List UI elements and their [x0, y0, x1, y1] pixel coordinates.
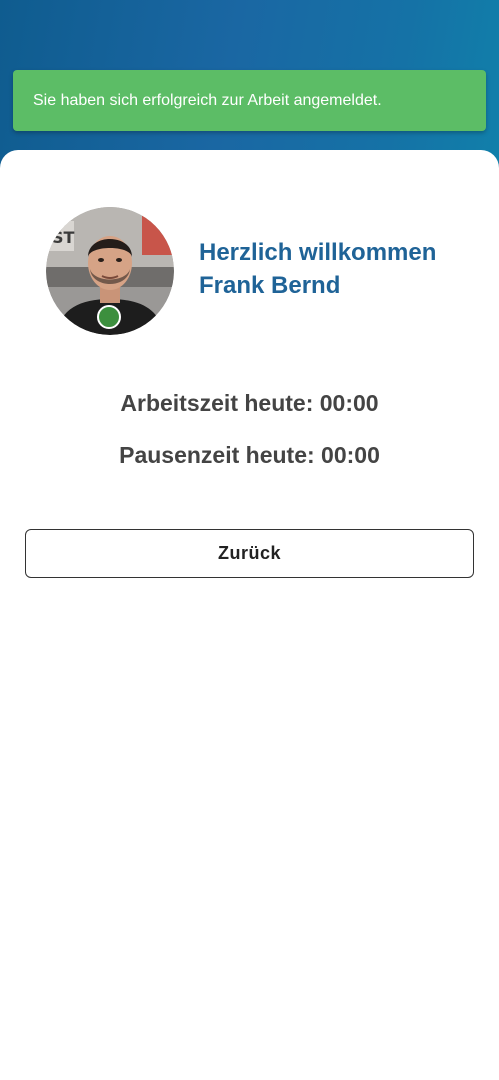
welcome-line: Herzlich willkommen — [199, 239, 437, 266]
back-button[interactable]: Zurück — [25, 529, 474, 578]
app-screen: Sie haben sich erfolgreich zur Arbeit an… — [0, 0, 499, 1080]
user-name: Frank Bernd — [199, 272, 341, 299]
toast-message: Sie haben sich erfolgreich zur Arbeit an… — [33, 91, 382, 109]
pause-time-today: Pausenzeit heute: 00:00 — [119, 442, 380, 468]
welcome-heading: Herzlich willkommen Frank Bernd — [199, 236, 436, 302]
content-sheet: ST Herzlich willkommen Frank Bernd Arbei… — [0, 150, 499, 1080]
svg-text:ST: ST — [52, 228, 75, 247]
online-status-indicator — [97, 305, 121, 329]
work-time-today: Arbeitszeit heute: 00:00 — [120, 390, 379, 416]
success-toast[interactable]: Sie haben sich erfolgreich zur Arbeit an… — [13, 70, 486, 131]
